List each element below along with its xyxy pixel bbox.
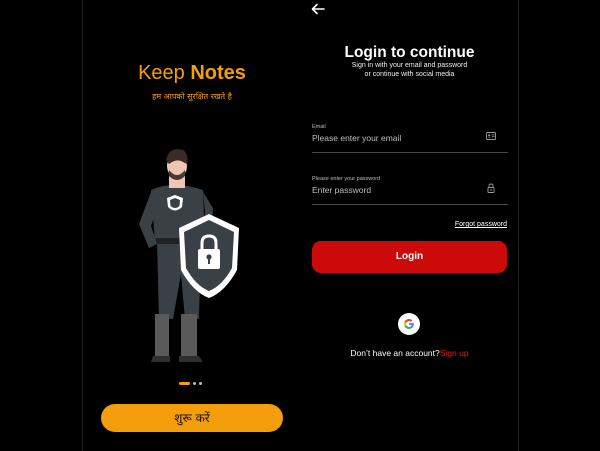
login-subheading-line1: Sign in with your email and password bbox=[351, 62, 468, 69]
signup-prompt: Don’t have an account?Sign up bbox=[301, 348, 518, 358]
app-tagline: हम आपको सुरक्षित रखते है bbox=[152, 92, 232, 101]
arrow-left-icon[interactable] bbox=[311, 3, 325, 15]
no-account-text: Don’t have an account? bbox=[350, 348, 440, 358]
email-field: Email bbox=[312, 124, 508, 153]
start-button[interactable]: शुरू करें bbox=[101, 404, 283, 432]
lock-icon bbox=[487, 183, 495, 193]
login-subheading: Sign in with your email and password or … bbox=[331, 62, 488, 79]
login-heading: Login to continue bbox=[344, 44, 475, 61]
page-dot-2[interactable] bbox=[193, 381, 196, 385]
page-dot-3[interactable] bbox=[199, 381, 202, 385]
app-title-bold: Notes bbox=[190, 62, 246, 84]
password-input[interactable] bbox=[312, 185, 482, 195]
page-dot-1[interactable] bbox=[179, 381, 190, 385]
google-signin-button[interactable] bbox=[398, 313, 420, 335]
password-field: Please enter your password bbox=[312, 176, 508, 205]
app-title: Keep Notes bbox=[83, 62, 301, 85]
login-button[interactable]: Login bbox=[312, 241, 507, 273]
login-subheading-line2: or continue with social media bbox=[364, 70, 455, 78]
google-icon bbox=[404, 319, 414, 329]
contact-card-icon bbox=[486, 132, 496, 140]
forgot-password-link[interactable]: Forgot password bbox=[455, 221, 507, 228]
security-guard-illustration bbox=[139, 149, 239, 362]
password-label: Please enter your password bbox=[312, 176, 381, 182]
page-indicator bbox=[179, 381, 202, 385]
app-title-plain: Keep bbox=[138, 62, 191, 84]
login-screen: Login to continue Sign in with your emai… bbox=[301, 0, 519, 451]
email-label: Email bbox=[312, 124, 326, 130]
signup-link[interactable]: Sign up bbox=[440, 348, 469, 358]
email-input[interactable] bbox=[312, 133, 482, 143]
onboarding-screen: Keep Notes हम आपको सुरक्षित रखते है शुरू… bbox=[82, 0, 302, 451]
